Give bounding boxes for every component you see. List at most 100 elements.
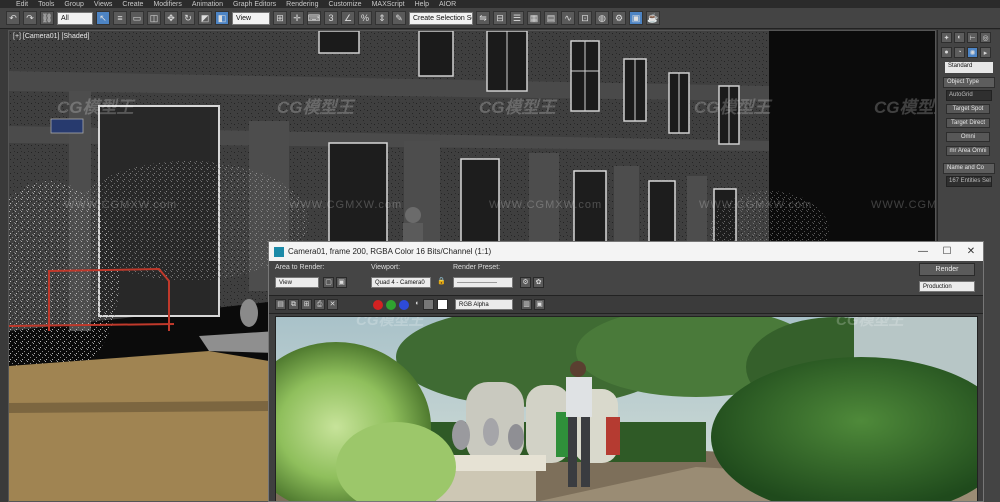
name-field[interactable]: 167 Entities Sele... [946, 176, 992, 187]
minimize-icon[interactable]: — [911, 246, 935, 257]
snap-toggle-icon[interactable]: 3 [324, 11, 338, 25]
omni-button[interactable]: Omni [946, 132, 990, 142]
menu-rendering[interactable]: Rendering [286, 1, 318, 8]
schematic-view-icon[interactable]: ⊡ [578, 11, 592, 25]
menu-maxscript[interactable]: MAXScript [372, 1, 405, 8]
menu-views[interactable]: Views [94, 1, 113, 8]
link-icon[interactable]: ⛓ [40, 11, 54, 25]
menu-create[interactable]: Create [122, 1, 143, 8]
display-channel-dropdown[interactable]: RGB Alpha [455, 299, 513, 310]
rotate-icon[interactable]: ↻ [181, 11, 195, 25]
spinner-snap-icon[interactable]: ⇕ [375, 11, 389, 25]
layer-manager-icon[interactable]: ☰ [510, 11, 524, 25]
select-manipulate-icon[interactable]: ✛ [290, 11, 304, 25]
undo-icon[interactable]: ↶ [6, 11, 20, 25]
alpha-toggle-icon[interactable]: ◐ [412, 299, 423, 310]
render-button[interactable]: Render [919, 263, 975, 276]
reference-coord-dropdown[interactable]: View [232, 11, 270, 25]
render-setup-icon[interactable]: ⚙ [520, 277, 531, 288]
autogrid-checkbox[interactable]: AutoGrid [946, 90, 992, 101]
target-spot-button[interactable]: Target Spot [946, 104, 990, 114]
main-toolbar: ↶ ↷ ⛓ All ↖ ≡ ▭ ◫ ✥ ↻ ◩ ◧ View ⊞ ✛ ⌨ 3 ∠… [0, 8, 1000, 29]
mr-area-omni-button[interactable]: mr Area Omni [946, 146, 990, 156]
angle-snap-icon[interactable]: ∠ [341, 11, 355, 25]
material-editor-icon[interactable]: ◍ [595, 11, 609, 25]
app-icon [274, 246, 284, 257]
menu-animation[interactable]: Animation [192, 1, 223, 8]
close-icon[interactable]: ✕ [959, 246, 983, 257]
target-direct-button[interactable]: Target Direct [946, 118, 990, 128]
print-image-icon[interactable]: ⎙ [314, 299, 325, 310]
scene-explorer-icon[interactable]: ▦ [527, 11, 541, 25]
edit-region-icon[interactable]: ▢ [323, 277, 334, 288]
clone-window-icon[interactable]: ⊞ [301, 299, 312, 310]
edit-named-selection-icon[interactable]: ✎ [392, 11, 406, 25]
selection-filter-dropdown[interactable]: All [57, 11, 93, 25]
menu-modifiers[interactable]: Modifiers [153, 1, 181, 8]
placement-icon[interactable]: ◧ [215, 11, 229, 25]
lights-icon[interactable]: ✺ [967, 47, 978, 58]
redo-icon[interactable]: ↷ [23, 11, 37, 25]
copy-image-icon[interactable]: ⧉ [288, 299, 299, 310]
green-channel-toggle[interactable] [386, 300, 396, 310]
monochrome-icon[interactable] [423, 299, 434, 310]
shapes-icon[interactable]: ◔ [954, 47, 965, 58]
render-setup-icon[interactable]: ⚙ [612, 11, 626, 25]
rendered-scene [276, 317, 977, 501]
auto-region-icon[interactable]: ▣ [336, 277, 347, 288]
motion-tab-icon[interactable]: ◎ [980, 32, 991, 43]
toggle-overlay-icon[interactable]: ▣ [534, 299, 545, 310]
object-type-rollout[interactable]: Object Type [943, 77, 995, 88]
modify-tab-icon[interactable]: ◐ [954, 32, 965, 43]
area-to-render-dropdown[interactable]: View [275, 277, 319, 288]
render-production-icon[interactable]: ☕ [646, 11, 660, 25]
save-image-icon[interactable]: ▤ [275, 299, 286, 310]
toggle-ui-icon[interactable]: ▥ [521, 299, 532, 310]
menu-customize[interactable]: Customize [328, 1, 361, 8]
category-dropdown[interactable]: Standard [945, 62, 993, 73]
rendered-frame-window-icon[interactable]: ▣ [629, 11, 643, 25]
menu-tools[interactable]: Tools [38, 1, 54, 8]
maximize-icon[interactable]: ☐ [935, 246, 959, 257]
clear-color-swatch[interactable] [437, 299, 448, 310]
clear-icon[interactable]: ✕ [327, 299, 338, 310]
red-channel-toggle[interactable] [373, 300, 383, 310]
lock-icon[interactable]: 🔒 [436, 277, 447, 288]
watermark-logo: CG模型王 [694, 98, 771, 117]
menu-graph-editors[interactable]: Graph Editors [233, 1, 276, 8]
select-by-name-icon[interactable]: ≡ [113, 11, 127, 25]
geometry-icon[interactable]: ● [941, 47, 952, 58]
render-preset-dropdown[interactable]: -------------------- [453, 277, 513, 288]
select-object-icon[interactable]: ↖ [96, 11, 110, 25]
menu-group[interactable]: Group [64, 1, 83, 8]
hierarchy-tab-icon[interactable]: ⊢ [967, 32, 978, 43]
scale-icon[interactable]: ◩ [198, 11, 212, 25]
menu-help[interactable]: Help [415, 1, 429, 8]
cameras-icon[interactable]: ▸ [980, 47, 991, 58]
rendered-image: CG模型王 CG模型王 [275, 316, 978, 501]
blue-channel-toggle[interactable] [399, 300, 409, 310]
curve-editor-icon[interactable]: ∿ [561, 11, 575, 25]
menu-edit[interactable]: Edit [16, 1, 28, 8]
watermark-url: WWW.CGMXW.com [489, 199, 603, 211]
viewport-label[interactable]: [+] [Camera01] [Shaded] [13, 33, 89, 40]
environment-icon[interactable]: ✿ [533, 277, 544, 288]
create-tab-icon[interactable]: ✦ [941, 32, 952, 43]
viewport-dropdown[interactable]: Quad 4 - Camera0 [371, 277, 431, 288]
move-icon[interactable]: ✥ [164, 11, 178, 25]
watermark-logo: CG模型王 [356, 316, 424, 329]
align-icon[interactable]: ⊟ [493, 11, 507, 25]
watermark-url: WWW.CGMXW.com [699, 199, 813, 211]
keyboard-shortcut-icon[interactable]: ⌨ [307, 11, 321, 25]
rect-region-icon[interactable]: ▭ [130, 11, 144, 25]
production-dropdown[interactable]: Production [919, 281, 975, 292]
named-selection-dropdown[interactable]: Create Selection Se [409, 11, 473, 25]
percent-snap-icon[interactable]: % [358, 11, 372, 25]
render-window-titlebar[interactable]: Camera01, frame 200, RGBA Color 16 Bits/… [269, 242, 983, 261]
graphite-ribbon-icon[interactable]: ▤ [544, 11, 558, 25]
window-crossing-icon[interactable]: ◫ [147, 11, 161, 25]
name-and-color-rollout[interactable]: Name and Co [943, 163, 995, 174]
pivot-icon[interactable]: ⊞ [273, 11, 287, 25]
mirror-icon[interactable]: ⇋ [476, 11, 490, 25]
menu-aior[interactable]: AIOR [439, 1, 456, 8]
